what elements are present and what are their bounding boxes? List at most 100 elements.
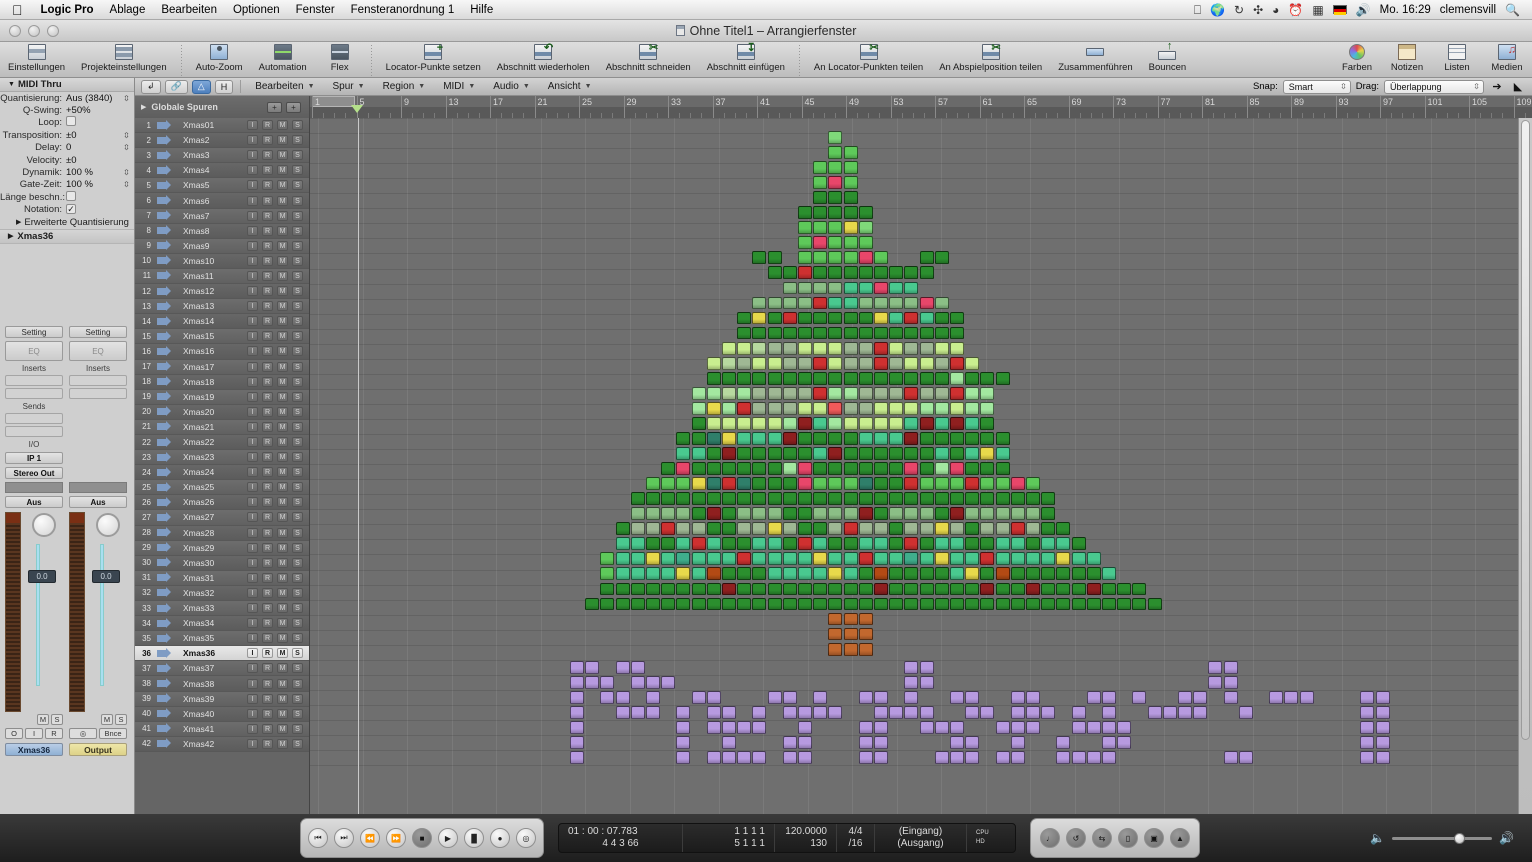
track-header-xmas30[interactable]: 30 Xmas30 I R M S [135,555,309,571]
midi-region[interactable] [782,751,797,765]
track-name[interactable]: Xmas12 [173,286,247,296]
midi-region[interactable] [676,706,691,719]
midi-region[interactable] [752,537,767,551]
midi-region[interactable] [1102,751,1116,765]
midi-region[interactable] [858,311,873,325]
midi-region[interactable] [782,507,797,521]
midi-region[interactable] [874,751,888,765]
midi-region[interactable] [1360,751,1375,765]
midi-region[interactable] [767,386,782,400]
midi-region[interactable] [570,751,584,765]
midi-region[interactable] [1010,492,1025,506]
track-name[interactable]: Xmas30 [173,558,247,568]
record-button[interactable]: R [262,587,273,598]
strip-record-button[interactable]: R [45,728,63,739]
midi-region[interactable] [676,522,691,536]
track-name[interactable]: Xmas2 [173,135,247,145]
midi-region[interactable] [1102,706,1116,719]
midi-region[interactable] [889,326,904,340]
drag-popup[interactable]: Überlappung [1384,79,1484,94]
midi-region[interactable] [1041,507,1056,521]
mute-button[interactable]: M [277,497,288,508]
midi-region[interactable] [919,447,934,460]
menu-bearbeiten[interactable]: Bearbeiten [153,4,225,16]
midi-region[interactable] [828,326,843,340]
midi-region[interactable] [615,537,630,551]
record-enable-button[interactable]: I [247,587,258,598]
track-header-xmas28[interactable]: 28 Xmas28 I R M S [135,525,309,541]
mute-button[interactable]: M [277,618,288,629]
midi-region[interactable] [858,507,873,521]
midi-region[interactable] [828,131,843,144]
midi-region[interactable] [843,206,858,220]
solo-button[interactable]: S [292,467,303,478]
midi-region[interactable] [691,691,706,704]
midi-region[interactable] [950,582,964,596]
midi-region[interactable] [1071,552,1086,566]
solo-button[interactable]: S [292,708,303,719]
midi-region[interactable] [828,612,843,626]
solo-button[interactable]: S [292,150,303,161]
midi-region[interactable] [934,751,949,765]
midi-region[interactable] [1026,507,1040,521]
midi-region[interactable] [798,477,812,490]
midi-region[interactable] [919,311,934,325]
mute-button[interactable]: M [277,301,288,312]
midi-region[interactable] [919,401,934,415]
midi-region[interactable] [646,477,660,490]
midi-region[interactable] [965,447,980,460]
link-icon[interactable]: 🔗 [164,79,188,94]
midi-region[interactable] [874,416,888,430]
record-button[interactable]: R [262,693,273,704]
midi-region[interactable] [843,401,858,415]
midi-region[interactable] [904,537,919,551]
midi-region[interactable] [737,552,752,566]
midi-region[interactable] [722,751,736,765]
toolbar-an-locator-punkten-teilen[interactable]: ✂ An Locator-Punkten teilen [806,41,931,74]
mute-button[interactable]: M [277,225,288,236]
record-enable-button[interactable]: I [247,482,258,493]
screen-mirror-icon[interactable]: ⎕ [1194,4,1201,16]
solo-button[interactable]: S [292,421,303,432]
midi-region[interactable] [706,567,721,581]
add-track-button[interactable]: + [267,101,282,113]
track-header-xmas33[interactable]: 33 Xmas33 I R M S [135,601,309,617]
cycle-record-icon[interactable]: ◎ [516,828,536,848]
midi-region[interactable] [1132,597,1147,611]
record-button[interactable]: R [262,557,273,568]
solo-button[interactable]: S [292,301,303,312]
midi-region[interactable] [965,582,980,596]
midi-region[interactable] [1026,597,1040,611]
midi-region[interactable] [828,597,843,611]
record-enable-button[interactable]: I [247,120,258,131]
midi-region[interactable] [843,627,858,641]
menu-optionen[interactable]: Optionen [225,4,288,16]
midi-region[interactable] [600,567,615,581]
midi-region[interactable] [737,582,752,596]
midi-region[interactable] [858,477,873,490]
midi-region[interactable] [706,432,721,445]
midi-region[interactable] [661,507,676,521]
channel-name-button[interactable]: Xmas36 [5,743,63,756]
midi-region[interactable] [752,341,767,355]
automation-mode[interactable]: Aus [5,496,63,508]
midi-region[interactable] [813,296,828,310]
midi-region[interactable] [934,522,949,536]
menu-fenster[interactable]: Fenster [288,4,343,16]
midi-region[interactable] [722,416,736,430]
record-button[interactable]: R [262,286,273,297]
midi-region[interactable] [1026,706,1040,719]
record-enable-button[interactable]: I [247,180,258,191]
midi-region[interactable] [767,582,782,596]
midi-region[interactable] [904,281,919,295]
menu-hilfe[interactable]: Hilfe [462,4,501,16]
record-enable-button[interactable]: I [247,165,258,176]
toolbar-abschnitt-einfuegen[interactable]: ↧ Abschnitt einfügen [699,41,793,74]
midi-region[interactable] [813,326,828,340]
midi-region[interactable] [919,462,934,475]
track-header-xmas42[interactable]: 42 Xmas42 I R M S [135,736,309,752]
midi-region[interactable] [767,311,782,325]
midi-region[interactable] [995,751,1010,765]
track-name[interactable]: Xmas35 [173,633,247,643]
volume-fader[interactable]: 0.0 [28,570,56,583]
